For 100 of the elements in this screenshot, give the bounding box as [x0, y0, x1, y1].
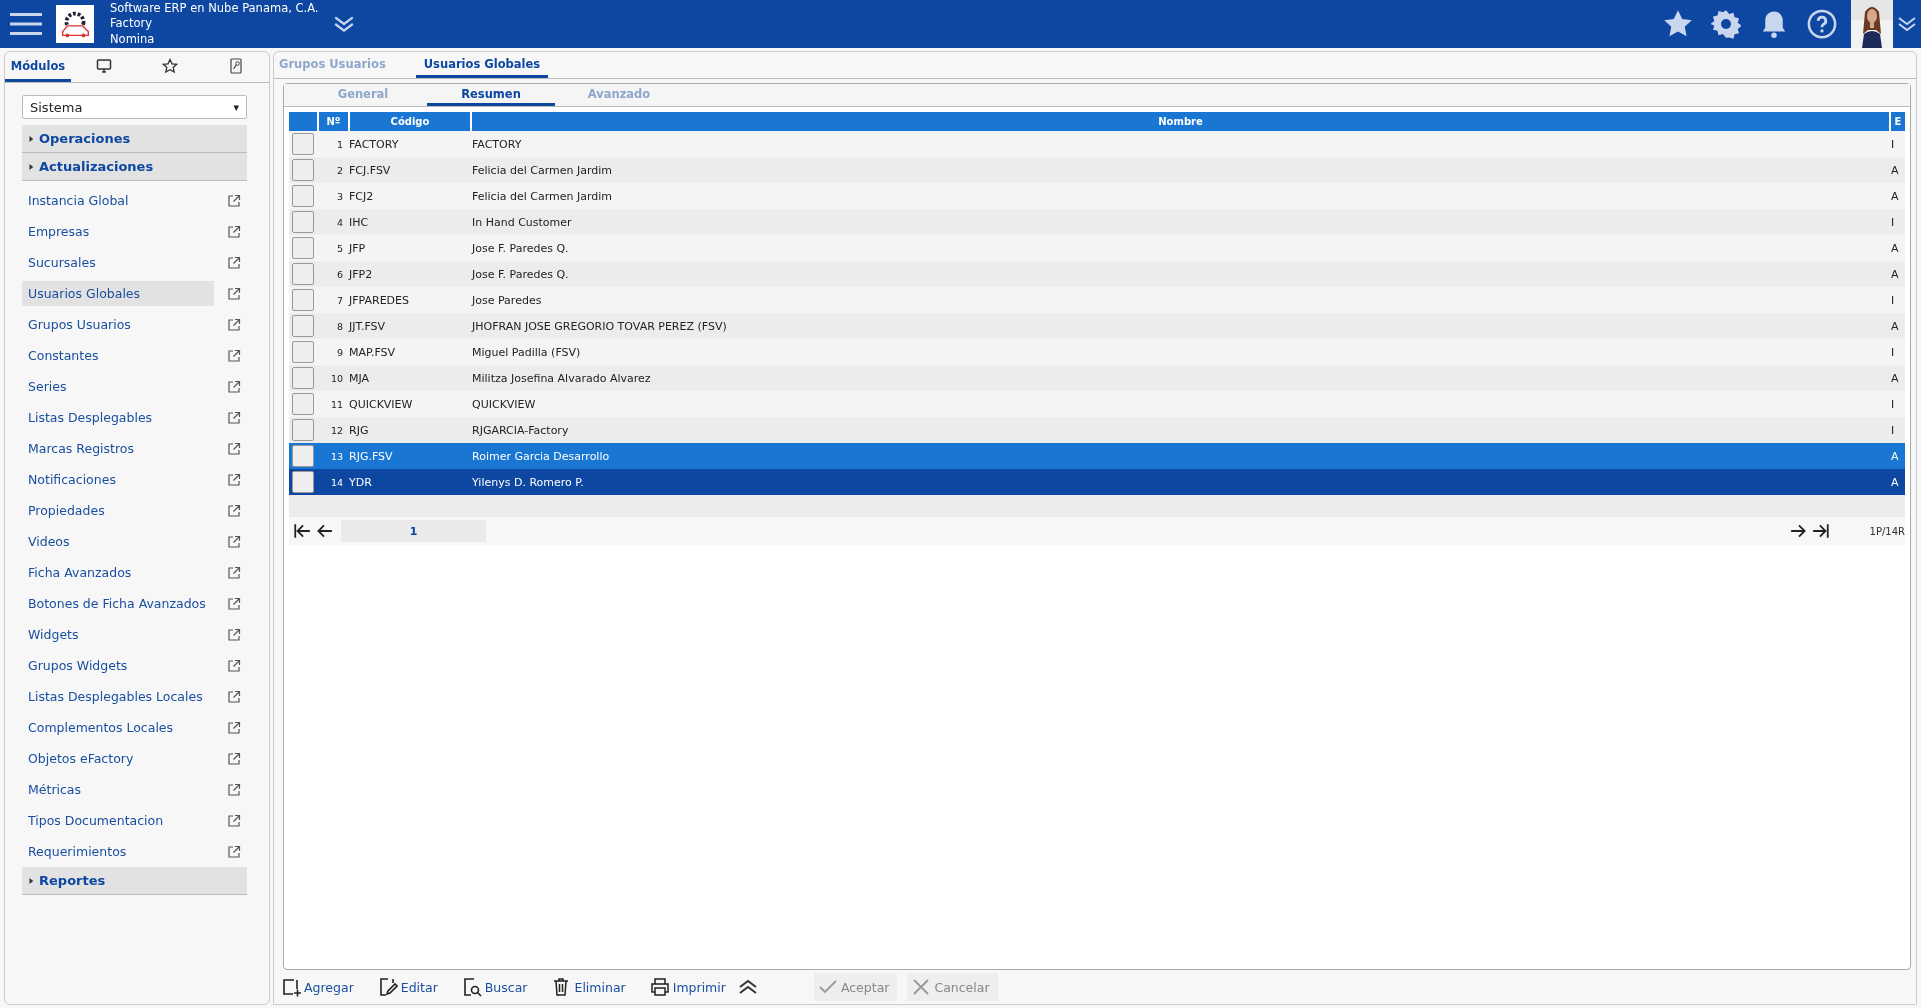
external-link-icon[interactable]: [227, 751, 241, 766]
row-checkbox[interactable]: [292, 159, 314, 181]
row-checkbox[interactable]: [292, 393, 314, 415]
previous-page-icon[interactable]: [315, 522, 333, 540]
sidebar-item[interactable]: Widgets: [22, 622, 214, 647]
row-checkbox[interactable]: [292, 289, 314, 311]
sidebar-item[interactable]: Series: [22, 374, 214, 399]
sidebar-item[interactable]: Usuarios Globales: [22, 281, 214, 306]
page-number[interactable]: 1: [341, 520, 486, 542]
sidebar-item[interactable]: Complementos Locales: [22, 715, 214, 740]
external-link-icon[interactable]: [227, 627, 241, 642]
row-checkbox[interactable]: [292, 471, 314, 493]
table-row[interactable]: 9 MAP.FSV Miguel Padilla (FSV) I: [289, 339, 1905, 365]
section-header[interactable]: Operaciones: [22, 125, 247, 153]
table-row[interactable]: 6 JFP2 Jose F. Paredes Q. A: [289, 261, 1905, 287]
chevron-up-icon[interactable]: [737, 979, 758, 995]
sidebar-item[interactable]: Requerimientos: [22, 839, 214, 864]
table-row[interactable]: 8 JJT.FSV JHOFRAN JOSE GREGORIO TOVAR PEREZ (FSV) A: [289, 313, 1905, 339]
external-link-icon[interactable]: [227, 689, 241, 704]
table-row[interactable]: 14 YDR Yilenys D. Romero P. A: [289, 469, 1905, 495]
external-link-icon[interactable]: [227, 720, 241, 735]
external-link-icon[interactable]: [227, 410, 241, 425]
table-row[interactable]: 13 RJG.FSV Roimer Garcia Desarrollo A: [289, 443, 1905, 469]
external-link-icon[interactable]: [227, 844, 241, 859]
external-link-icon[interactable]: [227, 379, 241, 394]
star-icon[interactable]: [1663, 9, 1693, 39]
table-row[interactable]: 4 IHC In Hand Customer I: [289, 209, 1905, 235]
monitor-icon[interactable]: [96, 57, 112, 74]
sidebar-item[interactable]: Videos: [22, 529, 214, 554]
chevron-down-icon[interactable]: [332, 15, 355, 33]
row-checkbox[interactable]: [292, 263, 314, 285]
row-checkbox[interactable]: [292, 237, 314, 259]
external-link-icon[interactable]: [227, 348, 241, 363]
module-select[interactable]: Sistema ▾: [22, 95, 247, 119]
row-checkbox[interactable]: [292, 341, 314, 363]
external-link-icon[interactable]: [227, 596, 241, 611]
external-link-icon[interactable]: [227, 224, 241, 239]
external-link-icon[interactable]: [227, 286, 241, 301]
external-link-icon[interactable]: [227, 565, 241, 580]
external-link-icon[interactable]: [227, 658, 241, 673]
edit-button[interactable]: Editar: [373, 973, 442, 1001]
dropdown-arrow[interactable]: ▾: [233, 100, 239, 114]
external-link-icon[interactable]: [227, 193, 241, 208]
search-button[interactable]: Buscar: [457, 973, 532, 1001]
chevron-down-icon[interactable]: [1897, 15, 1917, 33]
sidebar-item[interactable]: Grupos Usuarios: [22, 312, 214, 337]
table-row[interactable]: 11 QUICKVIEW QUICKVIEW I: [289, 391, 1905, 417]
table-row[interactable]: 2 FCJ.FSV Felicia del Carmen Jardim A: [289, 157, 1905, 183]
row-checkbox[interactable]: [292, 185, 314, 207]
external-link-icon[interactable]: [227, 441, 241, 456]
menu-icon[interactable]: [10, 12, 42, 36]
table-row[interactable]: 1 FACTORY FACTORY I: [289, 131, 1905, 157]
sidebar-item[interactable]: Notificaciones: [22, 467, 214, 492]
sidebar-item[interactable]: Listas Desplegables: [22, 405, 214, 430]
help-icon[interactable]: [1807, 9, 1837, 39]
sidebar-item[interactable]: Ficha Avanzados: [22, 560, 214, 585]
row-checkbox[interactable]: [292, 445, 314, 467]
section-header[interactable]: Reportes: [22, 867, 247, 895]
external-link-icon[interactable]: [227, 503, 241, 518]
external-link-icon[interactable]: [227, 317, 241, 332]
table-row[interactable]: 3 FCJ2 Felicia del Carmen Jardim A: [289, 183, 1905, 209]
sub-tab[interactable]: Resumen: [427, 84, 555, 106]
sidebar-item[interactable]: Constantes: [22, 343, 214, 368]
row-checkbox[interactable]: [292, 419, 314, 441]
sidebar-item[interactable]: Sucursales: [22, 250, 214, 275]
table-row[interactable]: 12 RJG RJGARCIA-Factory I: [289, 417, 1905, 443]
delete-button[interactable]: Eliminar: [547, 973, 630, 1001]
sidebar-item[interactable]: Marcas Registros: [22, 436, 214, 461]
sidebar-item[interactable]: Instancia Global: [22, 188, 214, 213]
external-link-icon[interactable]: [227, 534, 241, 549]
print-button[interactable]: Imprimir: [645, 973, 730, 1001]
table-row[interactable]: 10 MJA Militza Josefina Alvarado Alvarez A: [289, 365, 1905, 391]
last-page-icon[interactable]: [1811, 522, 1830, 540]
next-page-icon[interactable]: [1789, 522, 1808, 540]
table-row[interactable]: 7 JFPAREDES Jose Paredes I: [289, 287, 1905, 313]
row-checkbox[interactable]: [292, 133, 314, 155]
add-button[interactable]: Agregar: [277, 973, 358, 1001]
sidebar-item[interactable]: Métricas: [22, 777, 214, 802]
key-document-icon[interactable]: [228, 57, 244, 74]
sidebar-item[interactable]: Listas Desplegables Locales: [22, 684, 214, 709]
sidebar-item[interactable]: Propiedades: [22, 498, 214, 523]
row-checkbox[interactable]: [292, 367, 314, 389]
external-link-icon[interactable]: [227, 255, 241, 270]
row-checkbox[interactable]: [292, 315, 314, 337]
external-link-icon[interactable]: [227, 782, 241, 797]
column-header[interactable]: E: [1891, 112, 1905, 131]
external-link-icon[interactable]: [227, 472, 241, 487]
sidebar-item[interactable]: Objetos eFactory: [22, 746, 214, 771]
first-page-icon[interactable]: [293, 522, 311, 540]
star-icon[interactable]: [162, 57, 178, 74]
modules-tab[interactable]: Módulos: [5, 52, 71, 82]
external-link-icon[interactable]: [227, 813, 241, 828]
row-checkbox[interactable]: [292, 211, 314, 233]
page-tab[interactable]: Usuarios Globales: [415, 52, 549, 78]
sidebar-item[interactable]: Empresas: [22, 219, 214, 244]
sidebar-item[interactable]: Tipos Documentacion: [22, 808, 214, 833]
sidebar-item[interactable]: Grupos Widgets: [22, 653, 214, 678]
sidebar-item[interactable]: Botones de Ficha Avanzados: [22, 591, 214, 616]
section-header[interactable]: Actualizaciones: [22, 153, 247, 181]
settings-icon[interactable]: [1711, 9, 1741, 39]
